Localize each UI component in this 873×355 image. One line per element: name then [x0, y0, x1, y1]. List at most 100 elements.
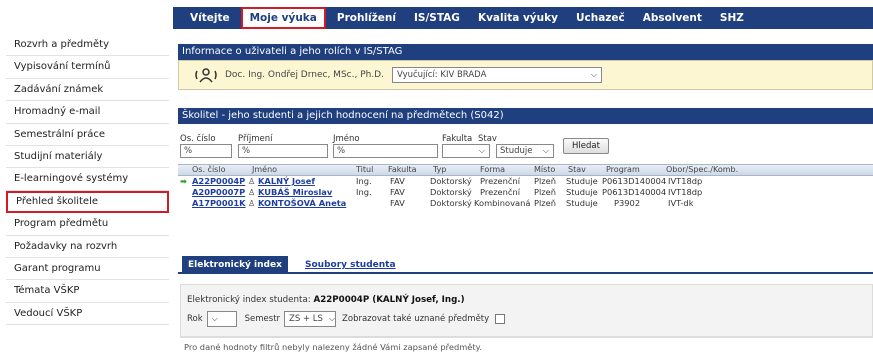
sidebar-item-rozvrh[interactable]: Rozvrh a předměty: [6, 34, 169, 57]
filter-inputs: % % % ⌵ Studuje ⌵: [178, 144, 873, 160]
sidebar-item-temata-vskp[interactable]: Témata VŠKP: [6, 280, 169, 303]
nav-absolvent[interactable]: Absolvent: [634, 7, 711, 29]
search-button[interactable]: Hledat: [563, 138, 609, 154]
cell-obor: IVT-dk: [668, 198, 694, 208]
filter-label-prijmeni: Příjmení: [238, 134, 273, 144]
fakulta-select[interactable]: ⌵: [442, 144, 490, 158]
sidebar-item-garant-programu[interactable]: Garant programu: [6, 258, 169, 281]
sidebar-item-program-predmetu[interactable]: Program předmětu: [6, 213, 169, 236]
semester-select[interactable]: ZS + LS ⌵: [284, 311, 337, 327]
jmeno-input[interactable]: %: [333, 144, 438, 158]
col-forma[interactable]: Forma: [480, 165, 505, 174]
cell-typ: Doktorský: [430, 187, 472, 197]
index-student: A22P0004P (KALNÝ Josef, Ing.): [313, 295, 465, 305]
cell-fakulta: FAV: [390, 176, 405, 186]
table-row[interactable]: A17P0001K ♙ KONTOŠOVÁ Aneta FAV Doktorsk…: [178, 198, 873, 209]
tab-elektronicky-index[interactable]: Elektronický index: [182, 256, 288, 274]
stav-select-value: Studuje: [500, 146, 533, 156]
chevron-down-icon: ⌵: [542, 146, 549, 155]
grid-header: Os. číslo Jméno Titul Fakulta Typ Forma …: [178, 164, 873, 176]
filter-label-jmeno: Jméno: [333, 134, 360, 144]
nav-uchazec[interactable]: Uchazeč: [567, 7, 634, 29]
students-grid: Os. číslo Jméno Titul Fakulta Typ Forma …: [178, 164, 873, 209]
cell-titul: Ing.: [356, 176, 372, 186]
col-fakulta[interactable]: Fakulta: [388, 165, 417, 174]
filter-label-fakulta: Fakulta: [442, 134, 473, 144]
sidebar: Rozvrh a předměty Vypisování termínů Zad…: [6, 34, 169, 355]
col-obor[interactable]: Obor/Spec./Komb.: [666, 165, 738, 174]
person-icon: ♙: [248, 198, 256, 208]
student-id-link[interactable]: A20P0007P: [192, 187, 245, 197]
sidebar-item-zadavani-znamek[interactable]: Zadávání známek: [6, 79, 169, 102]
nav-moje-vyuka[interactable]: Moje výuka: [240, 7, 326, 29]
cell-titul: Ing.: [356, 187, 372, 197]
nav-is-stag[interactable]: IS/STAG: [405, 7, 469, 29]
cell-stav: Studuje: [566, 176, 598, 186]
tab-soubory-studenta[interactable]: Soubory studenta: [299, 256, 402, 274]
sidebar-item-hromadny-email[interactable]: Hromadný e-mail: [6, 101, 169, 124]
col-os-cislo[interactable]: Os. číslo: [192, 165, 225, 174]
year-label: Rok: [187, 314, 203, 324]
student-name-link[interactable]: KONTOŠOVÁ Aneta: [258, 198, 346, 208]
nav-prohlizeni[interactable]: Prohlížení: [328, 7, 405, 29]
cell-misto: Plzeň: [534, 198, 557, 208]
user-name: Doc. Ing. Ondřej Drnec, MSc., Ph.D.: [225, 70, 384, 80]
nav-kvalita-vyuky[interactable]: Kvalita výuky: [469, 7, 567, 29]
cell-forma: Prezenční: [480, 187, 521, 197]
sidebar-item-vedouci-vskp[interactable]: Vedoucí VŠKP: [6, 303, 169, 326]
sidebar-item-vypisovani-terminu[interactable]: Vypisování termínů: [6, 56, 169, 79]
col-titul[interactable]: Titul: [356, 165, 373, 174]
col-misto[interactable]: Místo: [534, 165, 555, 174]
filter-labels: Os. číslo Příjmení Jméno Fakulta Stav: [178, 134, 873, 144]
chevron-down-icon: ⌵: [590, 70, 597, 79]
sidebar-item-semestralni-prace[interactable]: Semestrální práce: [6, 124, 169, 146]
sidebar-item-pozadavky-na-rozvrh[interactable]: Požadavky na rozvrh: [6, 236, 169, 258]
stav-select[interactable]: Studuje ⌵: [496, 144, 554, 158]
col-jmeno[interactable]: Jméno: [252, 165, 277, 174]
filter-label-stav: Stav: [478, 134, 497, 144]
year-select[interactable]: ⌵: [206, 311, 237, 327]
index-controls: Rok ⌵ Semestr ZS + LS ⌵ Zobrazovat také …: [187, 311, 506, 327]
sidebar-item-studijni-materialy[interactable]: Studijní materiály: [6, 146, 169, 169]
table-row[interactable]: ➡ A22P0004P ♙ KALNÝ Josef Ing. FAV Dokto…: [178, 176, 873, 187]
nav-shz[interactable]: SHZ: [711, 7, 753, 29]
sidebar-item-prehled-skolitele[interactable]: Přehled školitele: [6, 190, 169, 214]
cell-fakulta: FAV: [390, 198, 405, 208]
sidebar-item-elearning[interactable]: E-learningové systémy: [6, 168, 169, 191]
cell-stav: Studuje: [566, 187, 598, 197]
show-recognized-label: Zobrazovat také uznané předměty: [342, 314, 490, 324]
cell-forma: Kombinovaná: [474, 198, 531, 208]
divider: [180, 336, 873, 337]
cell-fakulta: FAV: [390, 187, 405, 197]
cell-stav: Studuje: [566, 198, 598, 208]
empty-message: Pro dané hodnoty filtrů nebyly nalezeny …: [184, 342, 483, 352]
role-select-value: Vyučující: KIV BRADA: [396, 70, 487, 80]
index-title: Elektronický index studenta: A22P0004P (…: [187, 295, 465, 305]
user-info-header: Informace o uživateli a jeho rolích v IS…: [178, 44, 873, 60]
student-name-link[interactable]: KALNÝ Josef: [258, 176, 315, 186]
cell-misto: Plzeň: [534, 187, 557, 197]
os-cislo-input[interactable]: %: [180, 144, 232, 158]
cell-misto: Plzeň: [534, 176, 557, 186]
student-id-link[interactable]: A17P0001K: [192, 198, 246, 208]
show-recognized-checkbox[interactable]: [495, 314, 506, 324]
person-icon: ♙: [248, 187, 256, 197]
tab-bar: Elektronický index Soubory studenta: [178, 256, 873, 274]
filter-label-os-cislo: Os. číslo: [180, 134, 216, 144]
prijmeni-input[interactable]: %: [238, 144, 328, 158]
col-program[interactable]: Program: [606, 165, 640, 174]
cell-program: P0613D140004: [602, 187, 667, 197]
top-navigation: Vítejte Moje výuka Prohlížení IS/STAG Kv…: [173, 7, 873, 29]
role-select[interactable]: Vyučující: KIV BRADA ⌵: [391, 67, 602, 83]
table-row[interactable]: A20P0007P ♙ KUBÁŠ Miroslav Ing. FAV Dokt…: [178, 187, 873, 198]
student-name-link[interactable]: KUBÁŠ Miroslav: [258, 187, 332, 197]
main-content: Informace o uživateli a jeho rolích v IS…: [178, 44, 873, 355]
cell-typ: Doktorský: [430, 176, 472, 186]
col-stav[interactable]: Stav: [568, 165, 586, 174]
cell-obor: IVT18dp: [668, 187, 703, 197]
student-id-link[interactable]: A22P0004P: [192, 176, 245, 186]
col-typ[interactable]: Typ: [433, 165, 446, 174]
nav-vitejte[interactable]: Vítejte: [181, 7, 239, 29]
index-panel: Elektronický index studenta: A22P0004P (…: [180, 284, 873, 338]
cell-forma: Prezenční: [480, 176, 521, 186]
